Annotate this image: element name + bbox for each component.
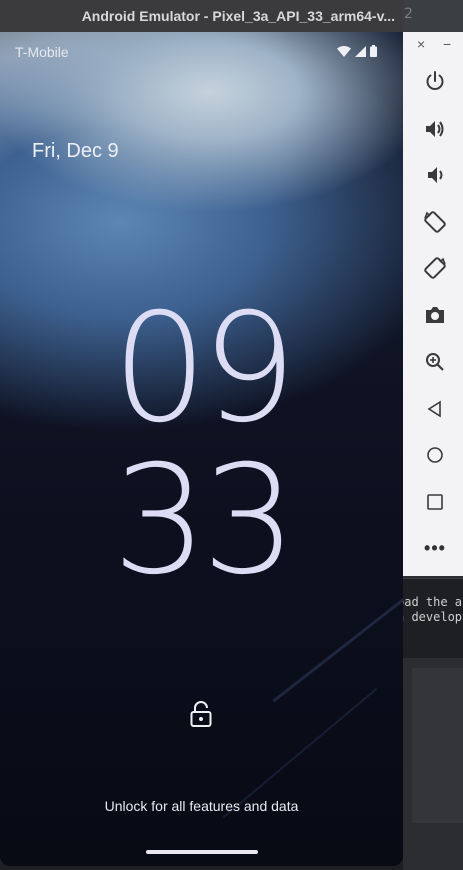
- zoom-icon: [426, 353, 444, 371]
- volume-up-button[interactable]: [418, 112, 452, 146]
- device-screen[interactable]: T-Mobile Fri, Dec 9 09 33 Unlock for all…: [0, 32, 403, 866]
- emulator-titlebar[interactable]: Android Emulator - Pixel_3a_API_33_arm64…: [0, 0, 403, 32]
- rotate-left-button[interactable]: [418, 205, 452, 239]
- home-button[interactable]: [418, 438, 452, 472]
- overview-icon: [427, 494, 443, 510]
- ide-console: oad the a n develop: [403, 578, 463, 658]
- desktop: 2 oad the a n develop Android Emulator -…: [0, 0, 463, 870]
- clock-hour: 09: [112, 282, 297, 456]
- screenshot-icon: [426, 307, 444, 323]
- back-icon: [427, 400, 441, 418]
- ide-tab-number: 2: [404, 6, 413, 22]
- signal-icon: [355, 45, 366, 57]
- gesture-home-bar[interactable]: [146, 850, 258, 854]
- rotate-right-icon: [424, 257, 446, 279]
- volume-down-icon: [428, 167, 443, 183]
- screenshot-button[interactable]: [418, 298, 452, 332]
- unlock-hint: Unlock for all features and data: [104, 798, 299, 814]
- overview-button[interactable]: [418, 485, 452, 519]
- carrier-label: T-Mobile: [15, 44, 69, 60]
- padlock-icon[interactable]: [190, 700, 212, 733]
- back-button[interactable]: [418, 392, 452, 426]
- status-icons: [337, 45, 377, 57]
- wifi-icon: [337, 45, 351, 57]
- emulator-window: Android Emulator - Pixel_3a_API_33_arm64…: [0, 0, 403, 866]
- console-line: oad the a: [403, 595, 463, 609]
- rotate-left-icon: [424, 211, 446, 233]
- volume-down-button[interactable]: [418, 158, 452, 192]
- side-panel-header: × −: [403, 36, 463, 58]
- power-button[interactable]: [418, 64, 452, 98]
- battery-icon: [370, 45, 377, 57]
- zoom-button[interactable]: [418, 345, 452, 379]
- ide-lower-panel: [412, 668, 463, 823]
- home-icon: [427, 447, 443, 463]
- rotate-right-button[interactable]: [418, 251, 452, 285]
- window-title: Android Emulator - Pixel_3a_API_33_arm64…: [81, 8, 395, 24]
- clock-minute: 33: [112, 434, 297, 608]
- more-icon: •••: [424, 537, 446, 558]
- more-button[interactable]: •••: [418, 531, 452, 565]
- minimize-button[interactable]: −: [443, 36, 451, 52]
- close-button[interactable]: ×: [417, 36, 425, 52]
- volume-up-icon: [426, 121, 444, 137]
- console-line: n develop: [403, 610, 463, 624]
- lockscreen-date: Fri, Dec 9: [32, 140, 119, 162]
- power-icon: [426, 71, 444, 90]
